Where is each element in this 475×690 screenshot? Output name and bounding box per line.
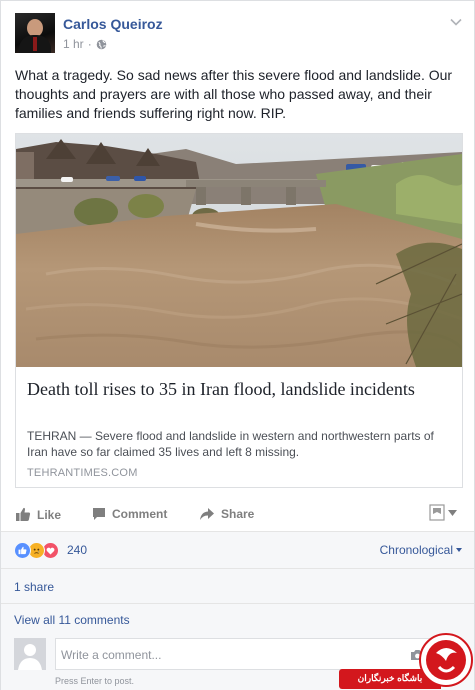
thumbs-up-icon <box>16 507 31 521</box>
default-avatar-icon <box>18 644 42 670</box>
author-avatar[interactable] <box>15 13 55 53</box>
globe-icon <box>96 39 106 49</box>
sort-dropdown[interactable]: Chronological <box>380 543 462 557</box>
comment-label: Comment <box>112 507 168 521</box>
view-all-comments[interactable]: View all 11 comments <box>14 613 130 627</box>
reaction-icons[interactable] <box>14 542 66 559</box>
share-arrow-icon <box>200 508 214 520</box>
shares-bar: 1 share <box>1 569 474 604</box>
link-description: TEHRAN — Severe flood and landslide in w… <box>27 429 434 459</box>
flood-photo[interactable] <box>16 134 462 367</box>
link-preview[interactable]: Death toll rises to 35 in Iran flood, la… <box>15 133 463 488</box>
sort-label: Chronological <box>379 543 453 557</box>
like-icon <box>14 542 31 559</box>
caret-down-icon <box>448 509 457 516</box>
link-source: TEHRANTIMES.COM <box>27 467 138 479</box>
news-logo-icon <box>419 633 473 687</box>
like-label: Like <box>37 507 62 522</box>
flood-photo-image <box>16 134 462 367</box>
share-button[interactable]: Share <box>199 507 254 521</box>
post-actions-bar: Like Comment Share <box>1 498 474 532</box>
share-label: Share <box>221 507 255 521</box>
news-agency-watermark: باشگاه خبرنگاران <box>339 629 475 690</box>
page-selector[interactable] <box>429 504 457 521</box>
comment-bubble-icon <box>93 508 105 520</box>
post-header: Carlos Queiroz 1 hr · <box>15 13 465 55</box>
chevron-down-icon[interactable] <box>449 15 463 29</box>
post-timestamp[interactable]: 1 hr <box>63 37 84 51</box>
reactions-bar: 240 Chronological <box>1 532 474 569</box>
post-meta: 1 hr · <box>63 37 107 51</box>
reaction-count[interactable]: 240 <box>67 543 87 557</box>
facebook-post-card: Carlos Queiroz 1 hr · What a tragedy. So… <box>0 0 475 690</box>
post-message: What a tragedy. So sad news after this s… <box>15 67 453 121</box>
commenter-avatar <box>14 638 46 670</box>
meta-separator: · <box>87 37 92 51</box>
author-name[interactable]: Carlos Queiroz <box>63 16 163 32</box>
share-count[interactable]: 1 share <box>14 580 54 594</box>
page-flag-icon <box>429 504 445 521</box>
press-enter-hint: Press Enter to post. <box>55 676 135 686</box>
link-title[interactable]: Death toll rises to 35 in Iran flood, la… <box>27 378 452 401</box>
sort-caret-icon <box>456 548 462 552</box>
like-button[interactable]: Like <box>15 507 61 522</box>
comment-button[interactable]: Comment <box>92 507 167 521</box>
